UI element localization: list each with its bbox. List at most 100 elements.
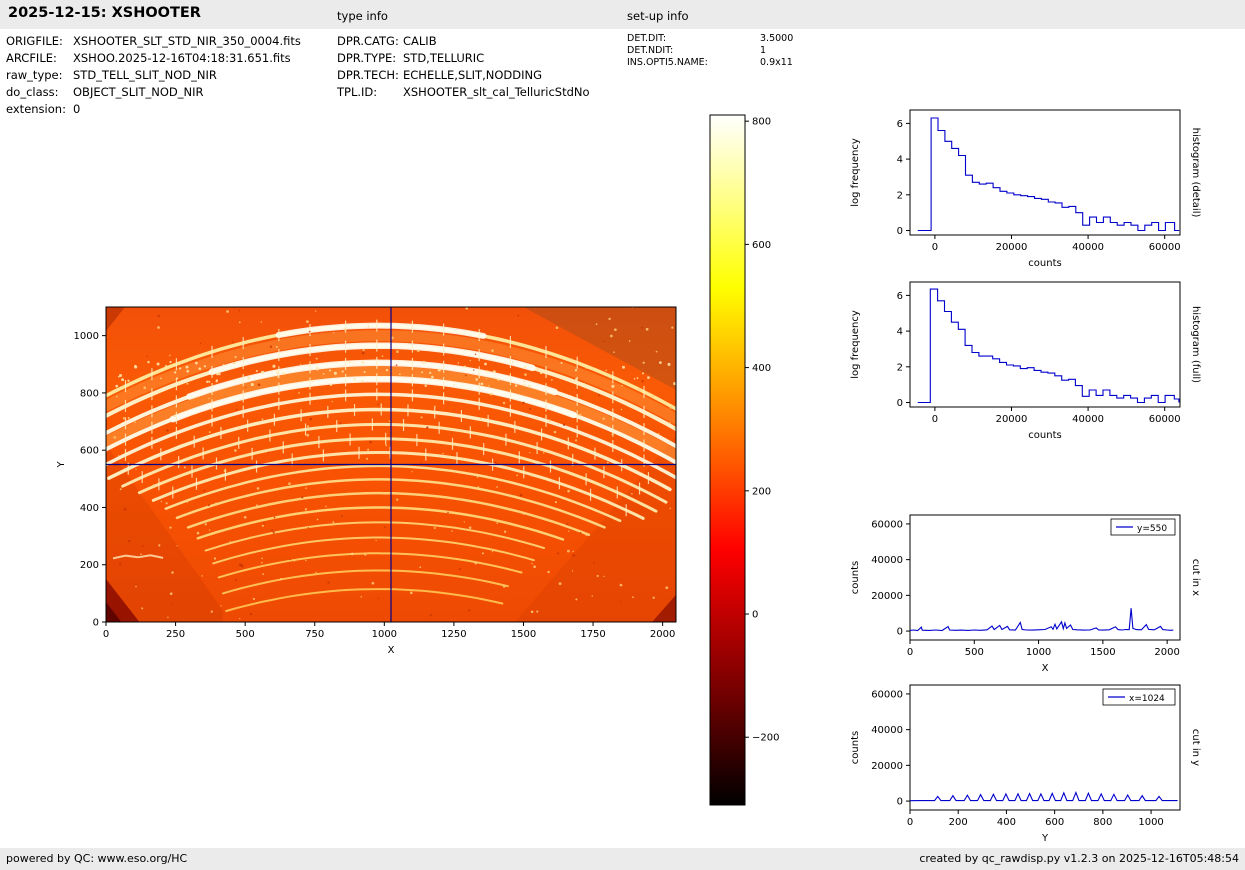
info-row-ins-opti5: INS.OPTI5.NAME: 0.9x11 [627,57,793,69]
info-row-det-dit: DET.DIT: 3.5000 [627,33,793,45]
info-value: 0.9x11 [760,57,793,68]
info-label: DPR.TYPE: [337,51,397,65]
svg-text:counts: counts [850,731,861,764]
svg-text:500: 500 [965,647,984,658]
info-label: raw_type: [6,68,63,82]
svg-text:1500: 1500 [1090,647,1115,658]
svg-text:0: 0 [103,629,109,640]
svg-text:1250: 1250 [441,629,466,640]
info-label: extension: [6,102,66,116]
raw-frame-image: 0 250 500 750 1000 1250 1500 1750 2000 0 200 400 600… [56,306,677,656]
svg-text:800: 800 [80,388,99,399]
info-row-dpr-tech: DPR.TECH: ECHELLE,SLIT,NODDING [337,68,590,85]
info-row-rawtype: raw_type: STD_TELL_SLIT_NOD_NIR [6,68,301,85]
svg-text:1000: 1000 [1138,817,1163,828]
type-info-heading: type info [337,9,388,23]
svg-text:counts: counts [1028,430,1061,441]
svg-text:750: 750 [305,629,324,640]
svg-text:0: 0 [897,398,903,409]
svg-text:0: 0 [897,226,903,237]
svg-text:0: 0 [752,610,758,621]
info-label: DET.DIT: [627,33,667,44]
svg-text:400: 400 [80,503,99,514]
file-info-block: ORIGFILE: XSHOOTER_SLT_STD_NIR_350_0004.f… [6,34,301,119]
svg-text:0: 0 [907,817,913,828]
svg-text:40000: 40000 [871,725,903,736]
svg-text:600: 600 [80,446,99,457]
svg-text:20000: 20000 [871,761,903,772]
info-value: STD,TELLURIC [403,51,485,65]
svg-text:600: 600 [1045,817,1064,828]
svg-text:500: 500 [236,629,255,640]
svg-text:200: 200 [752,486,771,497]
svg-text:400: 400 [752,363,771,374]
svg-text:X: X [388,645,395,656]
info-label: ARCFILE: [6,51,57,65]
svg-text:counts: counts [850,561,861,594]
svg-text:800: 800 [1093,817,1112,828]
svg-text:Y: Y [56,461,67,469]
svg-text:0: 0 [93,618,99,629]
svg-text:1000: 1000 [74,331,99,342]
svg-text:0: 0 [907,647,913,658]
info-value: 3.5000 [760,33,794,44]
cut-in-y-chart: 0 200 400 600 800 1000 0 20000 40000 60000 Ycounts… [850,684,1201,844]
svg-text:250: 250 [166,629,185,640]
footer-created-by: created by qc_rawdisp.py v1.2.3 on 2025-… [919,852,1239,865]
info-value: XSHOOTER_slt_cal_TelluricStdNo [403,85,590,99]
svg-text:log frequency: log frequency [850,310,861,379]
info-value: 1 [760,45,767,56]
histogram-detail-chart: 0 20000 40000 60000 0 2 4 6 counts log frequency h… [850,109,1201,269]
svg-text:2000: 2000 [650,629,675,640]
svg-text:40000: 40000 [1072,242,1104,253]
svg-text:histogram (full): histogram (full) [1190,306,1201,383]
info-row-det-ndit: DET.NDIT: 1 [627,45,793,57]
svg-text:0: 0 [932,242,938,253]
colorbar: 800 600 400 200 0 −200 [709,114,779,806]
svg-text:2: 2 [897,190,903,201]
svg-text:cut in y: cut in y [1190,729,1201,766]
svg-text:histogram (detail): histogram (detail) [1190,128,1201,218]
svg-text:X: X [1042,663,1049,674]
cut-in-x-chart: 0 500 1000 1500 20000200004000060000Xcounts c… [850,514,1201,674]
svg-text:60000: 60000 [1149,414,1181,425]
info-value: CALIB [403,34,437,48]
svg-text:cut in x: cut in x [1190,559,1201,596]
svg-text:counts: counts [1028,258,1061,269]
svg-text:x=1024: x=1024 [1129,694,1165,704]
type-info-block: DPR.CATG: CALIB DPR.TYPE: STD,TELLURIC DPR… [337,34,590,102]
info-row-doclass: do_class: OBJECT_SLIT_NOD_NIR [6,85,301,102]
svg-text:log frequency: log frequency [850,138,861,207]
info-label: DET.NDIT: [627,45,674,56]
info-label: DPR.TECH: [337,68,399,82]
info-row-arcfile: ARCFILE: XSHOO.2025-12-16T04:18:31.651.fi… [6,51,301,68]
setup-info-block: DET.DIT: 3.5000 DET.NDIT: 1 INS.OPTI5.NAME… [627,33,793,69]
footer-bar: powered by QC: www.eso.org/HC created by… [0,848,1245,870]
page-title: 2025-12-15: XSHOOTER [8,5,201,21]
footer-credit-link[interactable]: powered by QC: www.eso.org/HC [6,852,187,865]
info-row-dpr-type: DPR.TYPE: STD,TELLURIC [337,51,590,68]
svg-text:0: 0 [897,627,903,638]
svg-text:200: 200 [949,817,968,828]
svg-text:0: 0 [932,414,938,425]
svg-text:Y: Y [1041,833,1049,844]
svg-text:40000: 40000 [871,555,903,566]
svg-text:0: 0 [897,797,903,808]
svg-text:60000: 60000 [1149,242,1181,253]
svg-text:y=550: y=550 [1137,524,1167,534]
header-bar: 2025-12-15: XSHOOTER type info set-up in… [0,0,1245,29]
info-value: STD_TELL_SLIT_NOD_NIR [73,68,217,82]
svg-text:20000: 20000 [996,414,1028,425]
svg-text:800: 800 [752,117,771,128]
info-value: XSHOO.2025-12-16T04:18:31.651.fits [73,51,291,65]
svg-text:6: 6 [897,291,903,302]
svg-text:40000: 40000 [1072,414,1104,425]
svg-text:1750: 1750 [580,629,605,640]
svg-text:60000: 60000 [871,519,903,530]
svg-text:2000: 2000 [1154,647,1179,658]
info-row-tpl-id: TPL.ID: XSHOOTER_slt_cal_TelluricStdNo [337,85,590,102]
svg-text:4: 4 [897,155,903,166]
info-row-dpr-catg: DPR.CATG: CALIB [337,34,590,51]
info-label: do_class: [6,85,59,99]
svg-text:20000: 20000 [871,591,903,602]
